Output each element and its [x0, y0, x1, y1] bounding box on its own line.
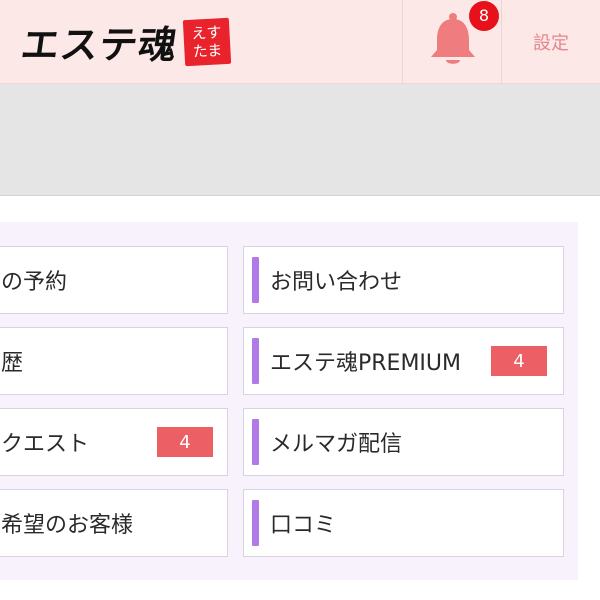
menu-item-label: 希望のお客様	[1, 513, 134, 538]
menu-item-reservation[interactable]: の予約	[0, 246, 228, 314]
accent-bar	[252, 500, 259, 546]
logo-stamp-line2: たま	[192, 41, 223, 61]
menu-item-label: メルマガ配信	[270, 432, 403, 457]
banner-placeholder	[0, 84, 600, 196]
menu-item-label: お問い合わせ	[270, 270, 403, 295]
menu-item-history[interactable]: 歴	[0, 327, 228, 395]
menu-item-desired-customers[interactable]: 希望のお客様	[0, 489, 228, 557]
menu-item-newsletter[interactable]: メルマガ配信	[243, 408, 564, 476]
count-badge: 4	[157, 427, 213, 457]
menu-item-label: 口コミ	[270, 513, 337, 538]
menu-item-premium[interactable]: エステ魂PREMIUM 4	[243, 327, 564, 395]
logo[interactable]: エステ魂 えす たま	[18, 4, 232, 78]
menu-item-request[interactable]: クエスト 4	[0, 408, 228, 476]
menu-item-contact[interactable]: お問い合わせ	[243, 246, 564, 314]
menu-item-reviews[interactable]: 口コミ	[243, 489, 564, 557]
menu-item-label: エステ魂PREMIUM	[270, 351, 462, 376]
menu-item-label: の予約	[1, 270, 68, 295]
logo-stamp-line1: えす	[191, 23, 222, 43]
settings-link[interactable]: 設定	[502, 0, 600, 84]
accent-bar	[252, 338, 259, 384]
count-badge: 4	[491, 346, 547, 376]
accent-bar	[252, 419, 259, 465]
accent-bar	[252, 257, 259, 303]
notification-count-badge: 8	[469, 1, 499, 31]
logo-text: エステ魂	[18, 21, 181, 67]
notification-button[interactable]: 8	[402, 0, 502, 84]
menu-item-label: クエスト	[1, 432, 90, 457]
logo-stamp: えす たま	[182, 17, 232, 67]
menu-item-label: 歴	[1, 351, 24, 376]
header: エステ魂 えす たま 8 設定	[0, 0, 600, 84]
